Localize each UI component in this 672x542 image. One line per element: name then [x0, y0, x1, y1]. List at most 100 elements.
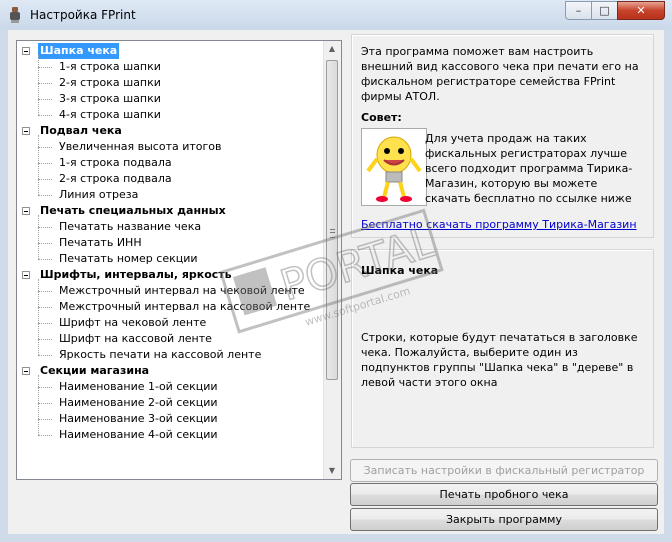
tree-connector	[38, 115, 52, 116]
tree-connector	[38, 307, 52, 308]
tree-group[interactable]: Секции магазина	[17, 363, 325, 379]
tree-item[interactable]: 4-я строка шапки	[17, 107, 325, 123]
tree-item[interactable]: Печатать название чека	[17, 219, 325, 235]
tree-item-label[interactable]: 3-я строка шапки	[57, 91, 163, 107]
tree-group[interactable]: Шапка чека	[17, 43, 325, 59]
tree-item[interactable]: Наименование 3-ой секции	[17, 411, 325, 427]
tree-group-label[interactable]: Шапка чека	[38, 43, 120, 59]
client-area: Шапка чека 1-я строка шапки 2-я строка шап…	[8, 30, 664, 534]
minimize-button[interactable]: –	[565, 1, 592, 20]
tree-connector	[38, 291, 52, 292]
tree-item-label[interactable]: Наименование 1-ой секции	[57, 379, 220, 395]
settings-tree[interactable]: Шапка чека 1-я строка шапки 2-я строка шап…	[16, 40, 342, 480]
tree-item[interactable]: 1-я строка шапки	[17, 59, 325, 75]
tree-connector	[38, 259, 52, 260]
tree-scrollbar[interactable]: ▲ ▼	[323, 41, 341, 479]
print-test-receipt-button[interactable]: Печать пробного чека	[350, 483, 658, 506]
tree-connector	[38, 195, 52, 196]
tree-item-label[interactable]: Наименование 2-ой секции	[57, 395, 220, 411]
tree-item-label[interactable]: Наименование 3-ой секции	[57, 411, 220, 427]
tree-item-label[interactable]: 4-я строка шапки	[57, 107, 163, 123]
tree-item[interactable]: Увеличенная высота итогов	[17, 139, 325, 155]
tree-item[interactable]: Печатать ИНН	[17, 235, 325, 251]
tree-item-label[interactable]: Печатать ИНН	[57, 235, 144, 251]
section-description: Строки, которые будут печататься в загол…	[361, 331, 638, 389]
tree-group-label[interactable]: Печать специальных данных	[38, 203, 228, 219]
app-icon	[10, 7, 20, 23]
main-window: Настройка FPrint – □ ✕ Шапка чека 1-я стр…	[0, 0, 672, 542]
tree-item[interactable]: Наименование 1-ой секции	[17, 379, 325, 395]
tree-item-label[interactable]: 2-я строка подвала	[57, 171, 174, 187]
tree-item-label[interactable]: Печатать название чека	[57, 219, 203, 235]
title-bar[interactable]: Настройка FPrint – □ ✕	[0, 0, 672, 30]
tree-item[interactable]: 3-я строка шапки	[17, 91, 325, 107]
section-title: Шапка чека	[361, 264, 439, 277]
tree-connector	[38, 323, 52, 324]
tree-connector	[38, 403, 52, 404]
window-title: Настройка FPrint	[30, 8, 136, 22]
tree-item-label[interactable]: Яркость печати на кассовой ленте	[57, 347, 263, 363]
write-settings-button[interactable]: Записать настройки в фискальный регистра…	[350, 459, 658, 482]
scroll-down-arrow-icon[interactable]: ▼	[324, 463, 340, 479]
scroll-thumb[interactable]	[326, 60, 338, 380]
tree-item[interactable]: Межстрочный интервал на чековой ленте	[17, 283, 325, 299]
tree-connector	[38, 387, 52, 388]
scroll-up-arrow-icon[interactable]: ▲	[324, 41, 340, 57]
info-text: Эта программа поможет вам настроить внеш…	[361, 45, 639, 103]
tree-item-label[interactable]: Шрифт на чековой ленте	[57, 315, 208, 331]
tree-connector	[38, 215, 39, 259]
tip-title: Совет:	[361, 111, 402, 124]
grip-icon	[330, 229, 335, 238]
collapse-icon[interactable]	[22, 367, 30, 375]
maximize-button[interactable]: □	[591, 1, 618, 20]
tree-item[interactable]: Наименование 2-ой секции	[17, 395, 325, 411]
tree-item-label[interactable]: Межстрочный интервал на кассовой ленте	[57, 299, 312, 315]
tree-group[interactable]: Подвал чека	[17, 123, 325, 139]
tree-connector	[38, 375, 39, 435]
tree-group-label[interactable]: Подвал чека	[38, 123, 124, 139]
tree-item-label[interactable]: Увеличенная высота итогов	[57, 139, 224, 155]
tree-item[interactable]: Шрифт на чековой ленте	[17, 315, 325, 331]
tree-group-label[interactable]: Шрифты, интервалы, яркость	[38, 267, 234, 283]
tree-item-label[interactable]: 1-я строка подвала	[57, 155, 174, 171]
tree-connector	[38, 227, 52, 228]
tree-group[interactable]: Шрифты, интервалы, яркость	[17, 267, 325, 283]
collapse-icon[interactable]	[22, 271, 30, 279]
tree-content: Шапка чека 1-я строка шапки 2-я строка шап…	[17, 43, 325, 459]
tree-connector	[38, 279, 39, 355]
tree-item-label[interactable]: 1-я строка шапки	[57, 59, 163, 75]
download-link[interactable]: Бесплатно скачать программу Тирика-Магаз…	[361, 218, 637, 231]
tree-item[interactable]: Печатать номер секции	[17, 251, 325, 267]
tree-item[interactable]: Наименование 4-ой секции	[17, 427, 325, 443]
tree-item[interactable]: 2-я строка подвала	[17, 171, 325, 187]
tree-group[interactable]: Печать специальных данных	[17, 203, 325, 219]
tree-item-label[interactable]: Печатать номер секции	[57, 251, 200, 267]
tree-item-label[interactable]: 2-я строка шапки	[57, 75, 163, 91]
info-panel: Эта программа поможет вам настроить внеш…	[351, 34, 654, 238]
collapse-icon[interactable]	[22, 207, 30, 215]
tree-item[interactable]: Межстрочный интервал на кассовой ленте	[17, 299, 325, 315]
close-program-button[interactable]: Закрыть программу	[350, 508, 658, 531]
collapse-icon[interactable]	[22, 127, 30, 135]
tree-connector	[38, 99, 52, 100]
tree-connector	[38, 135, 39, 195]
tree-connector	[38, 435, 52, 436]
tree-item-label[interactable]: Линия отреза	[57, 187, 140, 203]
tree-item[interactable]: 2-я строка шапки	[17, 75, 325, 91]
tree-connector	[38, 355, 52, 356]
tree-connector	[38, 55, 39, 115]
close-window-button[interactable]: ✕	[617, 1, 665, 20]
tree-connector	[38, 67, 52, 68]
tree-item-partial	[17, 443, 325, 459]
tree-connector	[38, 179, 52, 180]
tree-item[interactable]: Линия отреза	[17, 187, 325, 203]
tree-item[interactable]: Яркость печати на кассовой ленте	[17, 347, 325, 363]
tree-item-label[interactable]: Шрифт на кассовой ленте	[57, 331, 214, 347]
collapse-icon[interactable]	[22, 47, 30, 55]
tree-connector	[38, 339, 52, 340]
tree-group-label[interactable]: Секции магазина	[38, 363, 151, 379]
tree-item[interactable]: 1-я строка подвала	[17, 155, 325, 171]
tree-item-label[interactable]: Наименование 4-ой секции	[57, 427, 220, 443]
tree-item[interactable]: Шрифт на кассовой ленте	[17, 331, 325, 347]
tree-item-label[interactable]: Межстрочный интервал на чековой ленте	[57, 283, 307, 299]
